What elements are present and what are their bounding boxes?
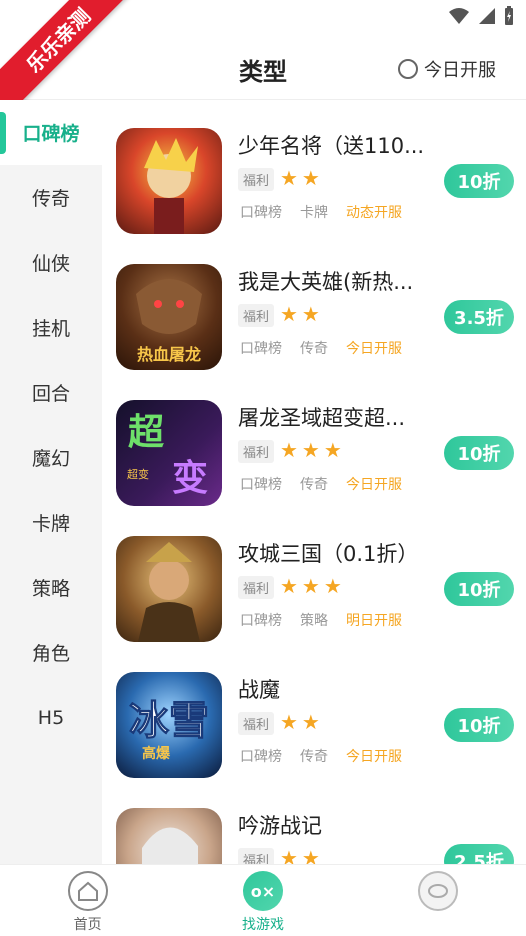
svg-text:超变: 超变	[127, 467, 149, 481]
game-icon[interactable]	[116, 536, 222, 642]
welfare-tag: 福利	[238, 848, 275, 864]
open-status: 今日开服	[346, 477, 402, 493]
tag-list-name: 口碑榜	[240, 749, 282, 765]
welfare-tag: 福利	[238, 304, 275, 327]
today-open-label: 今日开服	[424, 60, 496, 81]
list-item[interactable]: 超 变 超变 屠龙圣域超变超... 福利 ★★★ 口碑榜 传奇 今日开服 10折	[102, 372, 526, 508]
open-status: 动态开服	[346, 205, 402, 221]
tag-genre: 传奇	[300, 749, 328, 765]
tag-genre: 传奇	[300, 341, 328, 357]
nav-find-game[interactable]: o× 找游戏	[175, 865, 350, 936]
tag-genre: 卡牌	[300, 205, 328, 221]
game-name: 屠龙圣域超变超...	[238, 406, 406, 430]
game-meta: 口碑榜 传奇 今日开服	[240, 746, 402, 766]
open-status: 明日开服	[346, 613, 402, 629]
nav-me[interactable]	[351, 865, 526, 936]
discount-button[interactable]: 10折	[444, 164, 514, 198]
list-item[interactable]: 热血屠龙 我是大英雄(新热... 福利 ★★ 口碑榜 传奇 今日开服 3.5折	[102, 236, 526, 372]
bottom-nav: 首页 o× 找游戏	[0, 864, 526, 936]
welfare-tag: 福利	[238, 712, 275, 735]
tag-list-name: 口碑榜	[240, 341, 282, 357]
list-item[interactable]: 吟游战记 福利 ★★ 2.5折	[102, 780, 526, 864]
game-meta: 口碑榜 传奇 今日开服	[240, 338, 402, 358]
welfare-tag: 福利	[238, 576, 275, 599]
tag-genre: 策略	[300, 613, 328, 629]
gamepad-icon[interactable]: o×	[242, 871, 283, 911]
svg-text:超: 超	[128, 412, 165, 453]
category-sidebar: 口碑榜 传奇 仙侠 挂机 回合 魔幻 卡牌 策略 角色 H5	[0, 100, 102, 864]
game-icon[interactable]: 超 变 超变	[116, 400, 222, 506]
signal-icon	[479, 8, 495, 24]
home-icon[interactable]	[67, 871, 108, 911]
game-meta: 口碑榜 卡牌 动态开服	[240, 202, 402, 222]
game-icon[interactable]: 冰雪 高爆	[116, 672, 222, 778]
rating-stars: ★★★	[280, 438, 346, 462]
list-item[interactable]: 攻城三国（0.1折） 福利 ★★★ 口碑榜 策略 明日开服 10折	[102, 508, 526, 644]
nav-find-label: 找游戏	[241, 917, 284, 933]
game-name: 攻城三国（0.1折）	[238, 542, 419, 566]
radio-icon[interactable]	[398, 59, 418, 79]
game-name: 我是大英雄(新热...	[238, 270, 414, 294]
sidebar-item-xianxia[interactable]: 仙侠	[0, 230, 102, 295]
rating-stars: ★★	[280, 710, 324, 734]
sidebar-item-huihe[interactable]: 回合	[0, 360, 102, 425]
sidebar-item-celue[interactable]: 策略	[0, 555, 102, 620]
sidebar-item-koubei[interactable]: 口碑榜	[0, 100, 102, 165]
nav-home-label: 首页	[73, 917, 102, 933]
sidebar-item-kapai[interactable]: 卡牌	[0, 490, 102, 555]
discount-button[interactable]: 2.5折	[444, 844, 514, 864]
svg-text:变: 变	[172, 457, 208, 499]
rating-stars: ★★	[280, 166, 324, 190]
discount-button[interactable]: 10折	[444, 708, 514, 742]
open-status: 今日开服	[346, 341, 402, 357]
game-name: 战魔	[238, 678, 280, 702]
open-status: 今日开服	[346, 749, 402, 765]
tag-list-name: 口碑榜	[240, 205, 282, 221]
battery-icon	[505, 6, 513, 25]
game-name: 少年名将（送110...	[238, 134, 425, 158]
game-list: 少年名将（送110... 福利 ★★ 口碑榜 卡牌 动态开服 10折 热血屠龙 …	[102, 100, 526, 864]
sidebar-item-mohuan[interactable]: 魔幻	[0, 425, 102, 490]
rating-stars: ★★	[280, 846, 324, 864]
sidebar-item-guaji[interactable]: 挂机	[0, 295, 102, 360]
welfare-tag: 福利	[238, 440, 275, 463]
tag-genre: 传奇	[300, 477, 328, 493]
welfare-tag: 福利	[238, 168, 275, 191]
discount-button[interactable]: 10折	[444, 436, 514, 470]
rating-stars: ★★	[280, 302, 324, 326]
list-item[interactable]: 冰雪 高爆 战魔 福利 ★★ 口碑榜 传奇 今日开服 10折	[102, 644, 526, 780]
list-item[interactable]: 少年名将（送110... 福利 ★★ 口碑榜 卡牌 动态开服 10折	[102, 100, 526, 236]
svg-text:冰雪: 冰雪	[129, 698, 209, 744]
sidebar-item-juese[interactable]: 角色	[0, 620, 102, 685]
svg-text:高爆: 高爆	[142, 745, 171, 762]
sidebar-item-chuanqi[interactable]: 传奇	[0, 165, 102, 230]
game-icon[interactable]	[116, 128, 222, 234]
game-meta: 口碑榜 传奇 今日开服	[240, 474, 402, 494]
game-icon[interactable]: 热血屠龙	[116, 264, 222, 370]
discount-button[interactable]: 3.5折	[444, 300, 514, 334]
game-icon[interactable]	[116, 808, 222, 864]
today-open-toggle[interactable]: 今日开服	[398, 56, 496, 82]
svg-text:热血屠龙: 热血屠龙	[137, 345, 201, 364]
nav-home[interactable]: 首页	[0, 865, 175, 936]
rating-stars: ★★★	[280, 574, 346, 598]
profile-icon[interactable]	[418, 871, 459, 911]
sidebar-item-h5[interactable]: H5	[0, 685, 102, 750]
tag-list-name: 口碑榜	[240, 613, 282, 629]
tag-list-name: 口碑榜	[240, 477, 282, 493]
discount-button[interactable]: 10折	[444, 572, 514, 606]
game-meta: 口碑榜 策略 明日开服	[240, 610, 402, 630]
wifi-icon	[449, 8, 469, 24]
game-name: 吟游战记	[238, 814, 322, 838]
